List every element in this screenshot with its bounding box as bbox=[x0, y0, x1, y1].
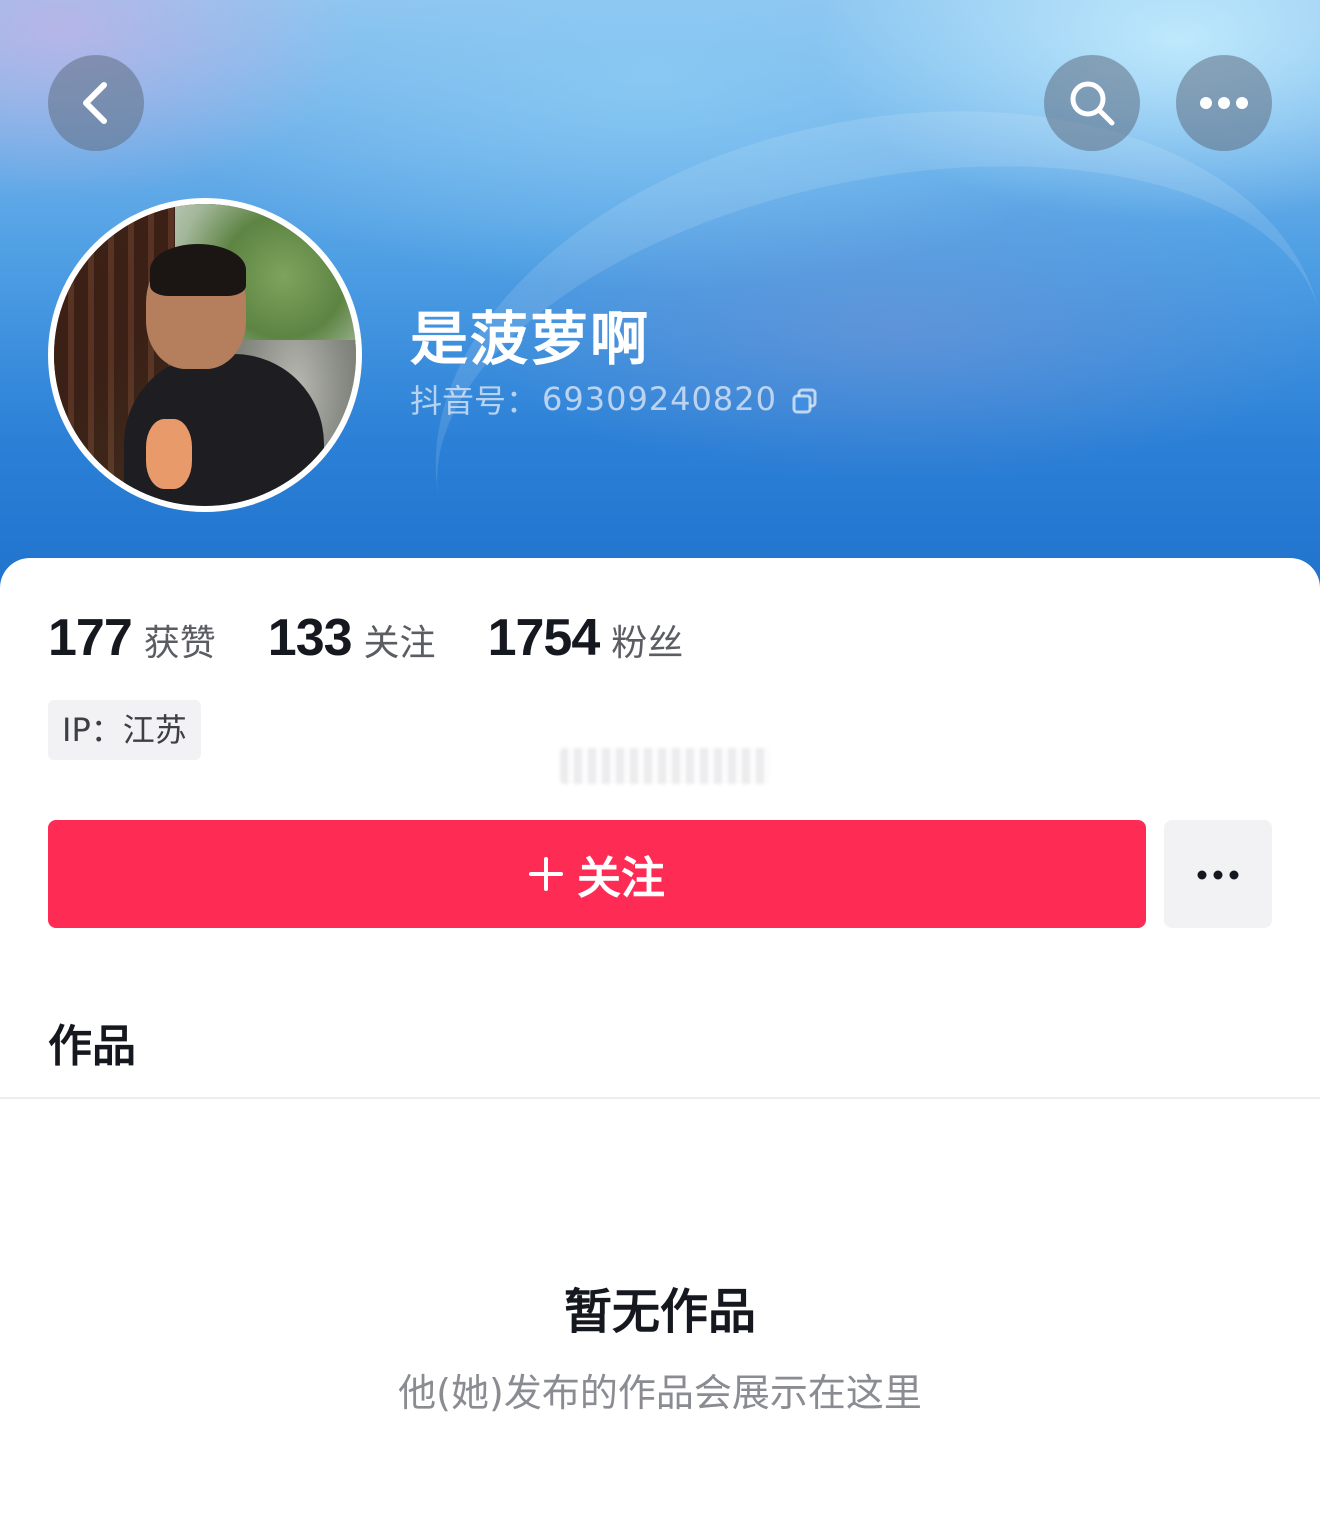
stat-following[interactable]: 133 关注 bbox=[268, 608, 436, 668]
stat-following-value: 133 bbox=[267, 609, 353, 667]
more-horizontal-icon bbox=[1199, 96, 1249, 110]
stat-following-label: 关注 bbox=[363, 623, 436, 664]
douyin-id-value: 69309240820 bbox=[542, 380, 777, 418]
avatar[interactable] bbox=[48, 198, 362, 512]
tab-divider bbox=[0, 1097, 1320, 1099]
empty-state-title: 暂无作品 bbox=[563, 1284, 756, 1340]
profile-nickname: 是菠萝啊 bbox=[410, 305, 651, 373]
chevron-left-icon bbox=[76, 79, 116, 127]
douyin-id-row: 抖音号： 69309240820 bbox=[410, 376, 819, 422]
ip-location-tag: IP：江苏 bbox=[48, 700, 201, 760]
search-button[interactable] bbox=[1044, 55, 1140, 151]
plus-icon bbox=[529, 857, 563, 891]
stat-likes[interactable]: 177 获赞 bbox=[48, 608, 216, 668]
empty-state-subtitle: 他(她)发布的作品会展示在这里 bbox=[398, 1371, 922, 1415]
tab-works[interactable]: 作品 bbox=[48, 1010, 136, 1074]
profile-page: 是菠萝啊 抖音号： 69309240820 177 获赞 133 关注 1754… bbox=[0, 0, 1320, 1531]
more-horizontal-icon bbox=[1197, 865, 1239, 884]
faint-artifact bbox=[560, 748, 770, 784]
stat-likes-value: 177 bbox=[48, 609, 133, 667]
stat-likes-label: 获赞 bbox=[143, 623, 216, 664]
douyin-id-label: 抖音号： bbox=[410, 382, 539, 420]
avatar-person-hair bbox=[150, 244, 246, 296]
back-button[interactable] bbox=[48, 55, 144, 151]
avatar-photo bbox=[54, 204, 356, 506]
avatar-shirt-print bbox=[146, 419, 192, 489]
stat-followers[interactable]: 1754 粉丝 bbox=[488, 608, 684, 668]
more-actions-button[interactable] bbox=[1164, 820, 1272, 928]
copy-icon[interactable] bbox=[791, 385, 819, 414]
profile-stats: 177 获赞 133 关注 1754 粉丝 bbox=[48, 608, 735, 668]
follow-button-label: 关注 bbox=[577, 853, 665, 904]
stat-followers-value: 1754 bbox=[487, 609, 601, 667]
search-icon bbox=[1067, 78, 1117, 128]
follow-button[interactable]: 关注 bbox=[48, 820, 1146, 928]
stat-followers-label: 粉丝 bbox=[611, 623, 684, 664]
more-options-button[interactable] bbox=[1176, 55, 1272, 151]
